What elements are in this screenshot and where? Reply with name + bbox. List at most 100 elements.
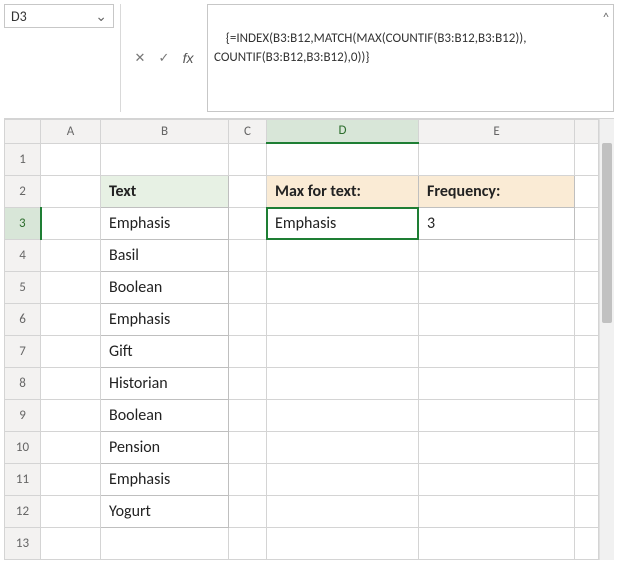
scrollbar-thumb[interactable]	[602, 143, 612, 323]
cell[interactable]	[267, 495, 419, 527]
cell[interactable]	[41, 399, 101, 431]
row-header[interactable]: 2	[5, 175, 41, 207]
cell[interactable]	[419, 463, 575, 495]
cell[interactable]	[229, 527, 267, 559]
col-header-b[interactable]: B	[101, 119, 229, 143]
cell[interactable]	[229, 431, 267, 463]
cell[interactable]	[229, 239, 267, 271]
cell[interactable]	[101, 527, 229, 559]
cell[interactable]	[419, 303, 575, 335]
cell[interactable]	[229, 143, 267, 175]
row-header[interactable]: 13	[5, 527, 41, 559]
cell-b10[interactable]: Pension	[101, 431, 229, 463]
cell[interactable]	[575, 303, 599, 335]
cell[interactable]	[575, 207, 599, 239]
cell-b5[interactable]: Boolean	[101, 271, 229, 303]
cell[interactable]	[267, 303, 419, 335]
cell[interactable]	[41, 495, 101, 527]
cell-b8[interactable]: Historian	[101, 367, 229, 399]
cell[interactable]	[419, 367, 575, 399]
cell[interactable]	[575, 495, 599, 527]
cell[interactable]	[419, 271, 575, 303]
cell[interactable]	[41, 367, 101, 399]
cell[interactable]	[575, 143, 599, 175]
row-header[interactable]: 10	[5, 431, 41, 463]
col-header-d[interactable]: D	[267, 119, 419, 143]
col-header-c[interactable]: C	[229, 119, 267, 143]
cell[interactable]	[419, 239, 575, 271]
formula-bar[interactable]: {=INDEX(B3:B12,MATCH(MAX(COUNTIF(B3:B12,…	[207, 4, 614, 112]
cell-d3[interactable]: Emphasis	[267, 207, 419, 239]
cell[interactable]	[229, 335, 267, 367]
cell[interactable]	[267, 335, 419, 367]
cell[interactable]	[41, 143, 101, 175]
cell[interactable]	[575, 271, 599, 303]
cell[interactable]	[229, 207, 267, 239]
spreadsheet-grid[interactable]: A B C D E 1 2 Text Max for text: Frequen…	[4, 119, 599, 560]
vertical-scrollbar[interactable]	[599, 119, 614, 560]
cell[interactable]	[229, 495, 267, 527]
cell[interactable]	[419, 431, 575, 463]
cell[interactable]	[419, 335, 575, 367]
row-header[interactable]: 6	[5, 303, 41, 335]
row-header[interactable]: 11	[5, 463, 41, 495]
cell[interactable]	[575, 175, 599, 207]
cell[interactable]	[229, 271, 267, 303]
cell[interactable]	[41, 175, 101, 207]
cell[interactable]	[575, 431, 599, 463]
confirm-formula-button[interactable]: ✓	[153, 47, 175, 69]
cell[interactable]	[575, 463, 599, 495]
cell[interactable]	[419, 143, 575, 175]
cell[interactable]	[41, 335, 101, 367]
name-box[interactable]: D3 ⌄	[4, 4, 114, 28]
cell[interactable]	[41, 207, 101, 239]
insert-function-button[interactable]: fx	[177, 47, 199, 69]
cell[interactable]	[419, 399, 575, 431]
col-header-e[interactable]: E	[419, 119, 575, 143]
cell[interactable]	[41, 527, 101, 559]
cell[interactable]	[41, 271, 101, 303]
row-header[interactable]: 3	[5, 207, 41, 239]
cell-d2[interactable]: Max for text:	[267, 175, 419, 207]
row-header[interactable]: 12	[5, 495, 41, 527]
cell[interactable]	[229, 367, 267, 399]
cell[interactable]	[41, 463, 101, 495]
row-header[interactable]: 7	[5, 335, 41, 367]
cell[interactable]	[575, 367, 599, 399]
cell-b9[interactable]: Boolean	[101, 399, 229, 431]
cell[interactable]	[575, 399, 599, 431]
cell-b12[interactable]: Yogurt	[101, 495, 229, 527]
cell[interactable]	[575, 335, 599, 367]
cell[interactable]	[267, 271, 419, 303]
cell[interactable]	[267, 399, 419, 431]
cell[interactable]	[419, 495, 575, 527]
cell[interactable]	[41, 431, 101, 463]
chevron-down-icon[interactable]: ⌄	[95, 8, 107, 25]
cell-b11[interactable]: Emphasis	[101, 463, 229, 495]
cell[interactable]	[267, 463, 419, 495]
cell[interactable]	[267, 239, 419, 271]
cancel-formula-button[interactable]: ✕	[129, 47, 151, 69]
cell[interactable]	[267, 367, 419, 399]
cell[interactable]	[41, 239, 101, 271]
row-header[interactable]: 9	[5, 399, 41, 431]
cell[interactable]	[419, 527, 575, 559]
cell-b2[interactable]: Text	[101, 175, 229, 207]
col-header-a[interactable]: A	[41, 119, 101, 143]
cell-b3[interactable]: Emphasis	[101, 207, 229, 239]
cell[interactable]	[229, 399, 267, 431]
cell[interactable]	[267, 431, 419, 463]
select-all-corner[interactable]	[5, 119, 41, 143]
cell-b7[interactable]: Gift	[101, 335, 229, 367]
cell[interactable]	[229, 303, 267, 335]
row-header[interactable]: 5	[5, 271, 41, 303]
cell[interactable]	[267, 143, 419, 175]
cell[interactable]	[101, 143, 229, 175]
cell-b6[interactable]: Emphasis	[101, 303, 229, 335]
cell[interactable]	[41, 303, 101, 335]
row-header[interactable]: 1	[5, 143, 41, 175]
cell[interactable]	[575, 239, 599, 271]
cell[interactable]	[575, 527, 599, 559]
cell[interactable]	[229, 175, 267, 207]
cell-e2[interactable]: Frequency:	[419, 175, 575, 207]
